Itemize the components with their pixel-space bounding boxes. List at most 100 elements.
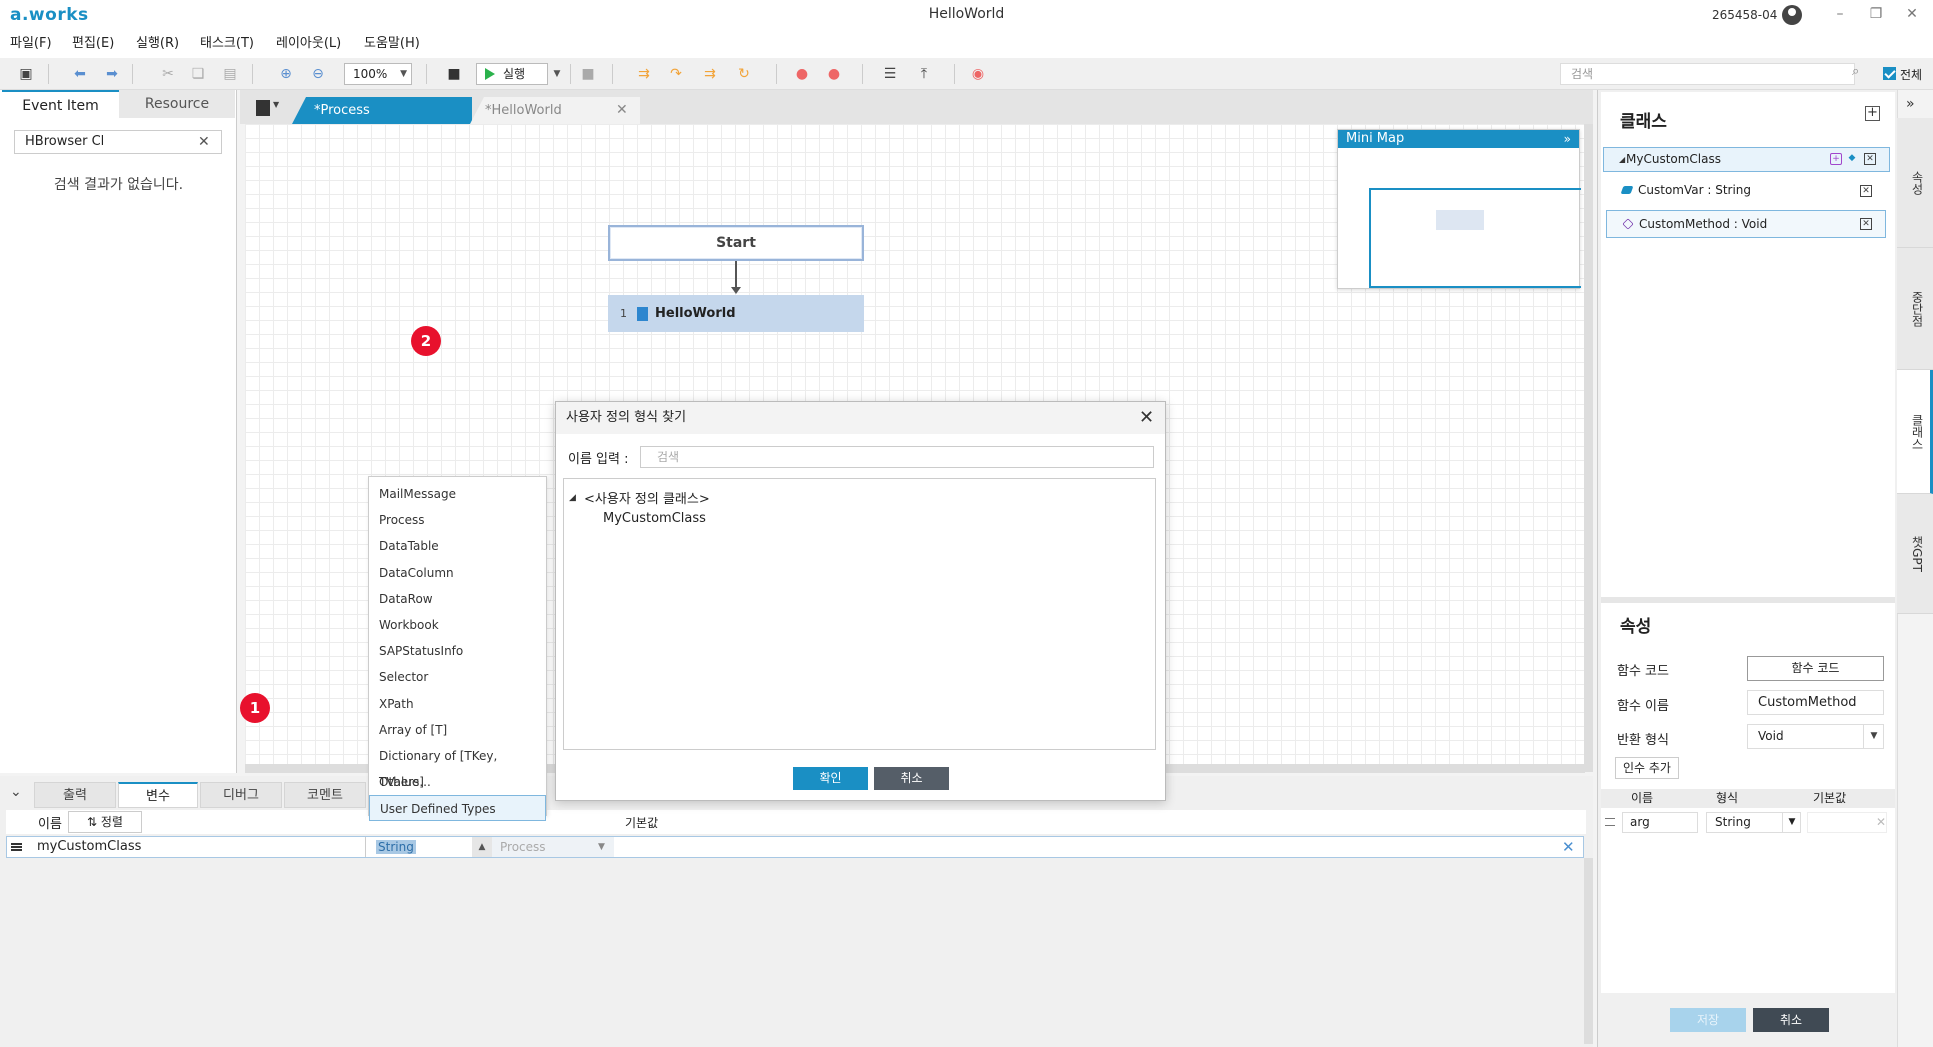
collapse-minimap-icon[interactable]: » <box>1564 130 1571 148</box>
side-tab-properties[interactable]: 속성 <box>1897 118 1933 248</box>
menu-run[interactable]: 실행(R) <box>136 30 179 58</box>
step-into-icon[interactable]: ↷ <box>666 64 686 84</box>
back-arrow-icon[interactable]: ⬅ <box>70 64 90 84</box>
argument-name-input[interactable]: arg <box>1622 812 1698 833</box>
type-option[interactable]: DataColumn <box>369 560 546 586</box>
collapse-panel-icon[interactable]: ⌄ <box>10 784 22 800</box>
function-name-input[interactable]: CustomMethod <box>1747 690 1884 715</box>
mini-map-viewport[interactable] <box>1369 188 1581 288</box>
ok-button[interactable]: 확인 <box>793 767 868 790</box>
side-tab-breakpoints[interactable]: 중단점 <box>1897 248 1933 370</box>
breakpoint-clear-icon[interactable]: ● <box>824 64 844 84</box>
restart-icon[interactable]: ↻ <box>734 64 754 84</box>
tab-output[interactable]: 출력 <box>34 782 116 808</box>
tab-comment[interactable]: 코멘트 <box>284 782 366 808</box>
tab-variables[interactable]: 변수 <box>118 782 198 808</box>
type-option[interactable]: Process <box>369 507 546 533</box>
record-camera-icon[interactable]: ■ <box>444 64 464 84</box>
add-method-icon[interactable]: + <box>1830 153 1842 165</box>
event-search-input[interactable]: HBrowser Cl <box>14 130 222 154</box>
close-icon[interactable]: ✕ <box>1139 402 1154 434</box>
type-option[interactable]: Dictionary of [TKey, TValue] <box>369 743 546 789</box>
type-search-input[interactable]: 검색 <box>640 446 1154 468</box>
save-icon[interactable]: ▣ <box>16 64 36 84</box>
menu-layout[interactable]: 레이아웃(L) <box>276 30 341 58</box>
cancel-button[interactable]: 취소 <box>874 767 949 790</box>
paste-icon[interactable]: ▤ <box>220 64 240 84</box>
chevron-up-icon[interactable]: ▲ <box>472 837 492 857</box>
add-variable-icon[interactable]: ◆ <box>1846 153 1858 165</box>
zoom-out-icon[interactable]: ⊖ <box>308 64 328 84</box>
type-option[interactable]: MailMessage <box>369 481 546 507</box>
delete-variable-icon[interactable]: ✕ <box>1562 836 1575 858</box>
search-icon[interactable]: ⌕ <box>1852 64 1859 79</box>
argument-default-input[interactable] <box>1807 812 1887 833</box>
variable-type-field[interactable]: String <box>372 837 472 857</box>
mini-map[interactable]: Mini Map » <box>1337 129 1581 289</box>
tab-event-item[interactable]: Event Item <box>2 90 119 118</box>
drag-handle-icon[interactable] <box>11 843 22 851</box>
chevron-down-icon[interactable]: ▼ <box>1863 724 1884 749</box>
step-over-icon[interactable]: ⇉ <box>634 64 654 84</box>
breakpoint-icon[interactable]: ● <box>792 64 812 84</box>
function-code-button[interactable]: 함수 코드 <box>1747 656 1884 681</box>
stop-icon[interactable]: ■ <box>578 64 598 84</box>
cancel-button[interactable]: 취소 <box>1753 1008 1829 1032</box>
zoom-in-icon[interactable]: ⊕ <box>276 64 296 84</box>
drag-handle-icon[interactable] <box>1605 818 1615 826</box>
chevron-down-icon[interactable]: ▼ <box>273 100 279 109</box>
tab-process[interactable]: *Process <box>292 97 472 124</box>
delete-method-icon[interactable]: ✕ <box>1860 218 1872 230</box>
save-button[interactable]: 저장 <box>1670 1008 1746 1032</box>
run-button[interactable]: 실행 ▼ <box>476 63 560 85</box>
tree-item-mycustomclass[interactable]: MyCustomClass <box>603 511 706 526</box>
add-class-icon[interactable]: + <box>1865 106 1880 121</box>
side-tab-class[interactable]: 클래스 <box>1897 370 1933 494</box>
type-option[interactable]: Selector <box>369 664 546 690</box>
side-tab-chatgpt[interactable]: 챗GPT <box>1897 494 1933 614</box>
delete-variable-icon[interactable]: ✕ <box>1860 185 1872 197</box>
tree-group-user-classes[interactable]: <사용자 정의 클래스> <box>584 488 710 507</box>
cut-icon[interactable]: ✂ <box>158 64 178 84</box>
type-option[interactable]: XPath <box>369 691 546 717</box>
menu-edit[interactable]: 편집(E) <box>72 30 114 58</box>
tab-resource[interactable]: Resource <box>119 90 235 118</box>
menu-help[interactable]: 도움말(H) <box>364 30 420 58</box>
menu-task[interactable]: 태스크(T) <box>200 30 254 58</box>
collapse-side-icon[interactable]: » <box>1906 96 1915 112</box>
tab-debug[interactable]: 디버그 <box>200 782 282 808</box>
menu-file[interactable]: 파일(F) <box>10 30 52 58</box>
variables-scrollbar[interactable] <box>1584 858 1593 1044</box>
tree-expand-icon[interactable]: ◢ <box>569 493 576 503</box>
document-menu-icon[interactable] <box>256 100 270 116</box>
start-node[interactable]: Start <box>608 225 864 261</box>
forward-arrow-icon[interactable]: ➡ <box>102 64 122 84</box>
restore-button[interactable]: ❐ <box>1866 4 1886 24</box>
type-option[interactable]: SAPStatusInfo <box>369 638 546 664</box>
chevron-down-icon[interactable]: ▼ <box>1782 812 1801 833</box>
step-out-icon[interactable]: ⇉ <box>700 64 720 84</box>
class-method-item[interactable]: CustomMethod : Void <box>1606 210 1886 238</box>
delete-class-icon[interactable]: ✕ <box>1864 153 1876 165</box>
delete-argument-icon[interactable]: ✕ <box>1876 812 1886 833</box>
align-icon[interactable]: ☰ <box>880 64 900 84</box>
record-icon[interactable]: ◉ <box>968 64 988 84</box>
align-top-icon[interactable]: ⤒ <box>914 64 934 84</box>
helloworld-step-node[interactable]: 1 HelloWorld <box>608 295 864 332</box>
variable-name-field[interactable]: myCustomClass <box>26 837 366 857</box>
zoom-select[interactable]: 100% ▼ <box>344 63 412 85</box>
type-option[interactable]: DataTable <box>369 533 546 559</box>
type-option[interactable]: DataRow <box>369 586 546 612</box>
type-option[interactable]: Others... <box>369 769 546 795</box>
add-argument-button[interactable]: 인수 추가 <box>1615 757 1679 779</box>
clear-search-icon[interactable]: ✕ <box>198 130 210 154</box>
run-dropdown-icon[interactable]: ▼ <box>549 64 565 84</box>
global-search-input[interactable]: 검색 <box>1560 63 1855 85</box>
sort-button[interactable]: ⇅ 정렬 <box>68 811 142 833</box>
canvas-vertical-scrollbar[interactable] <box>1584 124 1593 772</box>
variable-scope-select[interactable]: Process <box>492 837 614 857</box>
type-option[interactable]: User Defined Types <box>369 795 546 822</box>
chevron-down-icon[interactable]: ▼ <box>598 837 605 857</box>
copy-icon[interactable]: ❏ <box>188 64 208 84</box>
tab-helloworld[interactable]: *HelloWorld <box>470 97 640 124</box>
